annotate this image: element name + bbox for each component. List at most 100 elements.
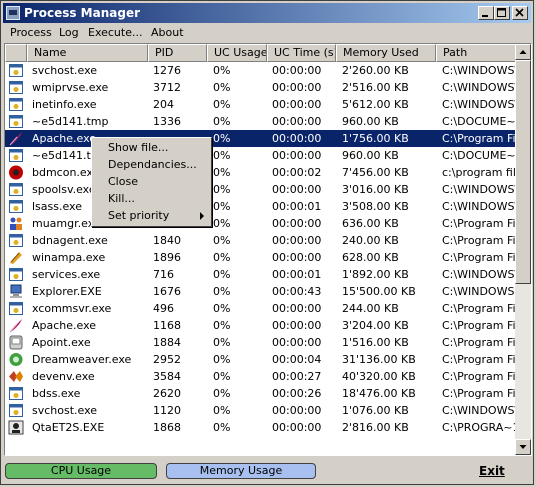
- table-row[interactable]: QtaET2S.EXE 1868 0% 00:00:00 2'816.00 KB C:\P…: [5, 419, 516, 436]
- memory-cell: 3'508.00 KB: [342, 200, 409, 213]
- table-row[interactable]: svchost.exe 1120 0% 00:00:00 1'076.00 KB C:\W…: [5, 402, 516, 419]
- uc-usage-cell: 0%: [213, 166, 231, 179]
- name-cell: bdnagent.exe: [32, 234, 108, 247]
- table-row[interactable]: xcommsvr.exe 496 0% 00:00:00 244.00 KB C:\Pro…: [5, 300, 516, 317]
- path-cell: C:\DOCUME~1\: [442, 115, 516, 128]
- name-cell: xcommsvr.exe: [32, 302, 112, 315]
- memory-cell: 7'456.00 KB: [342, 166, 409, 179]
- name-cell: services.exe: [32, 268, 101, 281]
- menu-log[interactable]: Log: [59, 26, 79, 39]
- cpu-usage-button[interactable]: CPU Usage: [5, 463, 157, 479]
- table-row[interactable]: Explorer.EXE 1676 0% 00:00:43 15'500.00 KB C:…: [5, 283, 516, 300]
- context-close[interactable]: Close: [108, 175, 138, 188]
- scroll-up-button[interactable]: [515, 44, 531, 60]
- close-button[interactable]: [512, 6, 528, 20]
- uc-time-cell: 00:00:04: [272, 353, 322, 366]
- header-name[interactable]: Name: [27, 44, 148, 62]
- context-dependencies[interactable]: Dependancies...: [108, 158, 197, 171]
- header-uc-usage[interactable]: UC Usage: [207, 44, 267, 62]
- process-manager-window: Process Manager Process Log Execute... A…: [0, 0, 534, 485]
- table-row[interactable]: ~e5d141.tmp 1336 0% 00:00:00 960.00 KB C:\DOC…: [5, 113, 516, 130]
- header-path[interactable]: Path: [436, 44, 516, 62]
- uc-time-cell: 00:00:00: [272, 336, 322, 349]
- table-row[interactable]: Apache.exe 0% 00:00:00 1'756.00 KB C:\Progra…: [5, 130, 516, 147]
- table-row[interactable]: services.exe 716 0% 00:00:01 1'892.00 KB C:\W…: [5, 266, 516, 283]
- context-set-priority[interactable]: Set priority: [108, 209, 169, 222]
- table-row[interactable]: Dreamweaver.exe 2952 0% 00:00:04 31'136.00 K…: [5, 351, 516, 368]
- memory-cell: 960.00 KB: [342, 115, 399, 128]
- path-cell: C:\WINDOWS\S: [442, 64, 516, 77]
- menu-execute[interactable]: Execute...: [88, 26, 142, 39]
- scroll-down-button[interactable]: [515, 439, 531, 455]
- uc-time-cell: 00:00:01: [272, 268, 322, 281]
- arrow-up-icon: [519, 50, 527, 54]
- table-row[interactable]: spoolsv.exe 0% 00:00:00 3'016.00 KB C:\WINDO…: [5, 181, 516, 198]
- uc-time-cell: 00:00:00: [272, 421, 322, 434]
- submenu-arrow-icon: [200, 212, 204, 220]
- memory-cell: 1'516.00 KB: [342, 336, 409, 349]
- minimize-button[interactable]: [478, 6, 494, 20]
- pid-cell: 2620: [153, 387, 181, 400]
- memory-cell: 240.00 KB: [342, 234, 399, 247]
- memory-cell: 3'204.00 KB: [342, 319, 409, 332]
- vertical-scrollbar[interactable]: [515, 44, 531, 455]
- path-cell: C:\DOCUME~1\: [442, 149, 516, 162]
- uc-usage-cell: 0%: [213, 81, 231, 94]
- path-cell: C:\Program Files: [442, 336, 516, 349]
- pid-cell: 496: [153, 302, 174, 315]
- uc-time-cell: 00:00:00: [272, 64, 322, 77]
- uc-time-cell: 00:00:26: [272, 387, 322, 400]
- computer-icon: [8, 284, 24, 299]
- memory-usage-button[interactable]: Memory Usage: [166, 463, 316, 479]
- table-row[interactable]: winampa.exe 1896 0% 00:00:00 628.00 KB C:\Pro…: [5, 249, 516, 266]
- uc-time-cell: 00:00:00: [272, 302, 322, 315]
- memory-cell: 31'136.00 KB: [342, 353, 416, 366]
- menu-process[interactable]: Process: [10, 26, 52, 39]
- context-show-file[interactable]: Show file...: [108, 141, 168, 154]
- path-cell: C:\WINDOWS\S: [442, 183, 516, 196]
- header-memory-used[interactable]: Memory Used: [336, 44, 436, 62]
- uc-time-cell: 00:00:00: [272, 217, 322, 230]
- context-kill[interactable]: Kill...: [108, 192, 135, 205]
- title-bar[interactable]: Process Manager: [3, 3, 531, 23]
- header-pid[interactable]: PID: [148, 44, 207, 62]
- uc-usage-cell: 0%: [213, 234, 231, 247]
- menu-about[interactable]: About: [151, 26, 184, 39]
- memory-cell: 628.00 KB: [342, 251, 399, 264]
- maximize-button[interactable]: [494, 6, 510, 20]
- table-row[interactable]: bdnagent.exe 1840 0% 00:00:00 240.00 KB C:\Pr…: [5, 232, 516, 249]
- pid-cell: 3584: [153, 370, 181, 383]
- uc-usage-cell: 0%: [213, 353, 231, 366]
- path-cell: C:\Program Files: [442, 387, 516, 400]
- app-window-icon: [8, 386, 24, 401]
- scroll-thumb[interactable]: [515, 60, 531, 284]
- table-row[interactable]: inetinfo.exe 204 0% 00:00:00 5'612.00 KB C:\W…: [5, 96, 516, 113]
- app-window-icon: [8, 114, 24, 129]
- header-icon-column[interactable]: [5, 44, 27, 62]
- uc-time-cell: 00:00:27: [272, 370, 322, 383]
- exit-button[interactable]: Exit: [479, 464, 505, 478]
- header-uc-time[interactable]: UC Time (s): [267, 44, 336, 62]
- path-cell: C:\WINDOWS\sy: [442, 200, 516, 213]
- memory-cell: 2'516.00 KB: [342, 81, 409, 94]
- path-cell: C:\Program Files: [442, 302, 516, 315]
- memory-cell: 40'320.00 KB: [342, 370, 416, 383]
- uc-time-cell: 00:00:00: [272, 183, 322, 196]
- uc-time-cell: 00:00:00: [272, 251, 322, 264]
- table-row[interactable]: lsass.exe 0% 00:00:01 3'508.00 KB C:\WINDOWS…: [5, 198, 516, 215]
- uc-usage-cell: 0%: [213, 98, 231, 111]
- table-row[interactable]: bdss.exe 2620 0% 00:00:26 18'476.00 KB C:\Pro…: [5, 385, 516, 402]
- table-row[interactable]: ~e5d141.tmp 0% 00:00:00 960.00 KB C:\DOCUME~…: [5, 147, 516, 164]
- uc-time-cell: 00:00:01: [272, 200, 322, 213]
- table-row[interactable]: bdmcon.exe 0% 00:00:02 7'456.00 KB c:\progra…: [5, 164, 516, 181]
- table-row[interactable]: muamgr.exe 0% 00:00:00 636.00 KB C:\Program …: [5, 215, 516, 232]
- process-list[interactable]: Name PID UC Usage UC Time (s) Memory Use…: [4, 43, 532, 456]
- table-row[interactable]: devenv.exe 3584 0% 00:00:27 40'320.00 KB C:\P…: [5, 368, 516, 385]
- uc-usage-cell: 0%: [213, 132, 231, 145]
- pid-cell: 2952: [153, 353, 181, 366]
- memory-cell: 15'500.00 KB: [342, 285, 416, 298]
- table-row[interactable]: Apoint.exe 1884 0% 00:00:00 1'516.00 KB C:\Pr…: [5, 334, 516, 351]
- table-row[interactable]: wmiprvse.exe 3712 0% 00:00:00 2'516.00 KB C:\…: [5, 79, 516, 96]
- table-row[interactable]: svchost.exe 1276 0% 00:00:00 2'260.00 KB C:\W…: [5, 62, 516, 79]
- table-row[interactable]: Apache.exe 1168 0% 00:00:00 3'204.00 KB C:\Pr…: [5, 317, 516, 334]
